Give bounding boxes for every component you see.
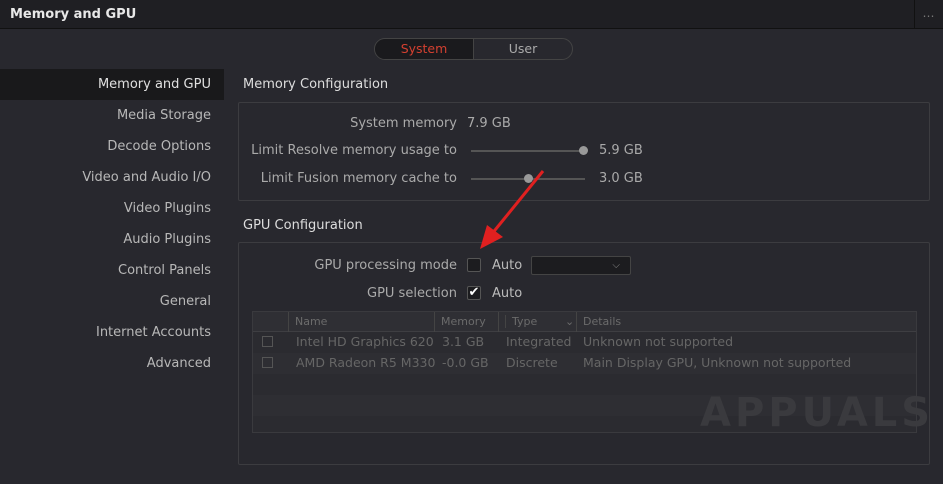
row-checkbox[interactable]: [262, 336, 273, 347]
gpu-type: Discrete: [506, 355, 558, 370]
system-memory-label: System memory: [350, 116, 457, 131]
gpu-name: Intel HD Graphics 620: [296, 334, 434, 349]
red-arrow-annotation: [480, 170, 545, 249]
sidebar-item-video-plugins[interactable]: Video Plugins: [0, 193, 224, 224]
sidebar: Memory and GPU Media Storage Decode Opti…: [0, 69, 224, 379]
table-row[interactable]: AMD Radeon R5 M330 -0.0 GB Discrete Main…: [253, 353, 916, 374]
gpu-selection-auto-checkbox[interactable]: ✔: [467, 286, 481, 300]
gpu-details: Unknown not supported: [583, 334, 734, 349]
gpu-mode-auto-label: Auto: [492, 258, 523, 273]
title-bar: Memory and GPU …: [0, 0, 943, 29]
sidebar-item-video-audio-io[interactable]: Video and Audio I/O: [0, 162, 224, 193]
gpu-config-heading: GPU Configuration: [243, 218, 363, 233]
tab-user[interactable]: User: [474, 39, 572, 59]
sidebar-item-general[interactable]: General: [0, 286, 224, 317]
row-checkbox[interactable]: [262, 357, 273, 368]
gpu-mode-auto-checkbox[interactable]: [467, 258, 481, 272]
table-header: Name Memory Type ⌄ Details: [253, 312, 916, 332]
gpu-mode-label: GPU processing mode: [314, 258, 457, 273]
gpu-memory: -0.0 GB: [442, 355, 489, 370]
gpu-memory: 3.1 GB: [442, 334, 485, 349]
arrow-shaft: [489, 170, 545, 236]
gpu-details: Main Display GPU, Unknown not supported: [583, 355, 852, 370]
gpu-name: AMD Radeon R5 M330: [296, 355, 436, 370]
fusion-cache-value: 3.0 GB: [599, 171, 643, 186]
gpu-mode-dropdown[interactable]: ⌵: [531, 256, 631, 275]
sidebar-item-media-storage[interactable]: Media Storage: [0, 100, 224, 131]
fusion-cache-label: Limit Fusion memory cache to: [260, 171, 457, 186]
sidebar-item-memory-gpu[interactable]: Memory and GPU: [0, 69, 224, 100]
chevron-down-icon: ⌄: [565, 315, 575, 328]
gpu-selection-label: GPU selection: [367, 286, 457, 301]
column-type-label: Type: [505, 315, 538, 328]
column-details[interactable]: Details: [576, 312, 621, 332]
gpu-selection-auto-label: Auto: [492, 286, 523, 301]
resolve-memory-value: 5.9 GB: [599, 143, 643, 158]
chevron-down-icon: ⌵: [612, 260, 620, 271]
watermark-logo: APPUALS: [700, 390, 935, 436]
slider-handle[interactable]: [578, 146, 588, 155]
sidebar-item-internet-accounts[interactable]: Internet Accounts: [0, 317, 224, 348]
sidebar-item-decode-options[interactable]: Decode Options: [0, 131, 224, 162]
column-type[interactable]: Type ⌄: [498, 312, 576, 332]
sidebar-item-advanced[interactable]: Advanced: [0, 348, 224, 379]
sidebar-item-audio-plugins[interactable]: Audio Plugins: [0, 224, 224, 255]
window-title: Memory and GPU: [10, 7, 137, 22]
arrow-head: [480, 225, 503, 249]
memory-config-heading: Memory Configuration: [243, 77, 389, 92]
tab-system[interactable]: System: [375, 39, 474, 59]
column-name[interactable]: Name: [288, 312, 327, 332]
resolve-memory-label: Limit Resolve memory usage to: [251, 143, 457, 158]
gpu-type: Integrated: [506, 334, 572, 349]
column-memory[interactable]: Memory: [434, 312, 486, 332]
system-memory-value: 7.9 GB: [467, 116, 511, 131]
table-row[interactable]: Intel HD Graphics 620 3.1 GB Integrated …: [253, 332, 916, 353]
sidebar-item-control-panels[interactable]: Control Panels: [0, 255, 224, 286]
resolve-memory-slider[interactable]: [471, 146, 588, 155]
scope-toggle: System User: [374, 38, 573, 60]
more-options-icon[interactable]: …: [914, 0, 943, 28]
